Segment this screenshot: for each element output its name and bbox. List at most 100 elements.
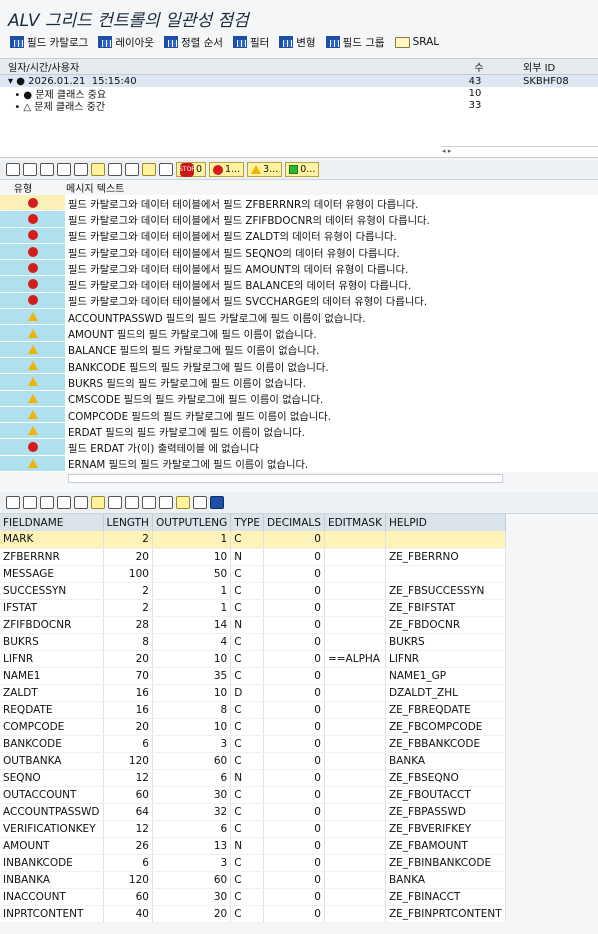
cell-type[interactable]: N bbox=[230, 616, 265, 634]
export-icon[interactable] bbox=[108, 163, 122, 176]
toolbar-button-5[interactable]: 필드 그룹 bbox=[325, 35, 385, 50]
cell-editmask[interactable] bbox=[324, 582, 386, 600]
layout-icon[interactable] bbox=[125, 163, 139, 176]
cell-decimals[interactable]: 0 bbox=[263, 633, 325, 651]
cell-fieldname[interactable]: ZFBERRNR bbox=[0, 548, 104, 566]
col-text-header[interactable]: 메시지 텍스트 bbox=[46, 180, 124, 195]
subtotal-icon[interactable] bbox=[125, 496, 139, 510]
cell-editmask[interactable] bbox=[324, 735, 386, 753]
cell-outputleng[interactable]: 1 bbox=[152, 599, 232, 617]
message-row[interactable]: 필드 카탈로그와 데이터 테이블에서 필드 BALANCE의 데이터 유형이 다… bbox=[0, 276, 598, 293]
cell-helpid[interactable]: ZE_FBDOCNR bbox=[385, 616, 506, 634]
summary-h-scrollbar[interactable]: ◂ ▸ bbox=[442, 146, 598, 155]
cell-editmask[interactable] bbox=[324, 684, 386, 702]
cell-fieldname[interactable]: NAME1 bbox=[0, 667, 104, 685]
toolbar-button-0[interactable]: 필드 카탈로그 bbox=[10, 35, 88, 50]
cell-editmask[interactable] bbox=[324, 871, 386, 889]
cell-decimals[interactable]: 0 bbox=[263, 905, 325, 923]
cell-decimals[interactable]: 0 bbox=[263, 650, 325, 668]
cell-decimals[interactable]: 0 bbox=[263, 667, 325, 685]
cell-fieldname[interactable]: INBANKCODE bbox=[0, 854, 104, 872]
toolbar-button-1[interactable]: 레이아웃 bbox=[98, 35, 154, 50]
table-row[interactable]: LIFNR 20 10 C 0 ==ALPHA LIFNR bbox=[0, 650, 506, 668]
cell-fieldname[interactable]: OUTACCOUNT bbox=[0, 786, 104, 804]
message-row[interactable]: BALANCE 필드의 필드 카탈로그에 필드 이름이 없습니다. bbox=[0, 341, 598, 358]
cell-decimals[interactable]: 0 bbox=[263, 854, 325, 872]
variant-icon[interactable] bbox=[142, 163, 156, 176]
message-row[interactable]: ACCOUNTPASSWD 필드의 필드 카탈로그에 필드 이름이 없습니다. bbox=[0, 309, 598, 326]
cell-outputleng[interactable]: 1 bbox=[152, 582, 232, 600]
cell-fieldname[interactable]: ACCOUNTPASSWD bbox=[0, 803, 104, 821]
cell-length[interactable]: 70 bbox=[103, 667, 153, 685]
cell-outputleng[interactable]: 35 bbox=[152, 667, 232, 685]
cell-type[interactable]: C bbox=[230, 786, 265, 804]
cell-editmask[interactable] bbox=[324, 667, 386, 685]
cell-fieldname[interactable]: INACCOUNT bbox=[0, 888, 104, 906]
cell-fieldname[interactable]: ZALDT bbox=[0, 684, 104, 702]
cell-editmask[interactable] bbox=[324, 599, 386, 617]
filter-stop-button[interactable]: STOP 0 bbox=[176, 162, 207, 177]
cell-fieldname[interactable]: ZFIFBDOCNR bbox=[0, 616, 104, 634]
message-row[interactable]: CMSCODE 필드의 필드 카탈로그에 필드 이름이 없습니다. bbox=[0, 390, 598, 407]
cell-decimals[interactable]: 0 bbox=[263, 735, 325, 753]
cell-helpid[interactable]: ZE_FBINACCT bbox=[385, 888, 506, 906]
cell-outputleng[interactable]: 10 bbox=[152, 684, 232, 702]
cell-length[interactable]: 28 bbox=[103, 616, 153, 634]
cell-type[interactable]: N bbox=[230, 837, 265, 855]
cell-helpid[interactable]: ZE_FBAMOUNT bbox=[385, 837, 506, 855]
find-next-icon[interactable] bbox=[74, 496, 88, 510]
cell-editmask[interactable] bbox=[324, 769, 386, 787]
cell-editmask[interactable] bbox=[324, 616, 386, 634]
cell-decimals[interactable]: 0 bbox=[263, 871, 325, 889]
cell-editmask[interactable] bbox=[324, 565, 386, 583]
message-row[interactable]: 필드 ERDAT 가(이) 출력테이블 에 없습니다 bbox=[0, 439, 598, 456]
message-row[interactable]: 필드 카탈로그와 데이터 테이블에서 필드 ZALDT의 데이터 유형이 다릅니… bbox=[0, 227, 598, 244]
cell-editmask[interactable] bbox=[324, 633, 386, 651]
cell-helpid[interactable]: ZE_FBSEQNO bbox=[385, 769, 506, 787]
cell-helpid[interactable]: ZE_FBERRNO bbox=[385, 548, 506, 566]
table-row[interactable]: ACCOUNTPASSWD 64 32 C 0 ZE_FBPASSWD bbox=[0, 803, 506, 821]
cell-editmask[interactable] bbox=[324, 803, 386, 821]
cell-editmask[interactable] bbox=[324, 548, 386, 566]
cell-length[interactable]: 8 bbox=[103, 633, 153, 651]
col-type-header[interactable]: 유형 bbox=[0, 180, 46, 195]
cell-helpid[interactable] bbox=[385, 565, 506, 583]
cell-fieldname[interactable]: SEQNO bbox=[0, 769, 104, 787]
table-row[interactable]: INBANKCODE 6 3 C 0 ZE_FBINBANKCODE bbox=[0, 854, 506, 872]
cell-length[interactable]: 20 bbox=[103, 548, 153, 566]
cell-helpid[interactable]: ZE_FBIFSTAT bbox=[385, 599, 506, 617]
cell-type[interactable]: C bbox=[230, 854, 265, 872]
col-header-editmask[interactable]: EDITMASK bbox=[324, 514, 386, 532]
cell-outputleng[interactable]: 14 bbox=[152, 616, 232, 634]
filter-error-button[interactable]: 1... bbox=[209, 162, 245, 177]
cell-type[interactable]: N bbox=[230, 769, 265, 787]
cell-type[interactable]: C bbox=[230, 582, 265, 600]
col-header-outputleng[interactable]: OUTPUTLENG bbox=[152, 514, 232, 532]
sum-icon[interactable] bbox=[108, 496, 122, 510]
cell-length[interactable]: 2 bbox=[103, 599, 153, 617]
message-row[interactable]: COMPCODE 필드의 필드 카탈로그에 필드 이름이 없습니다. bbox=[0, 406, 598, 424]
cell-decimals[interactable]: 0 bbox=[263, 548, 325, 566]
cell-length[interactable]: 6 bbox=[103, 854, 153, 872]
cell-helpid[interactable]: BANKA bbox=[385, 752, 506, 770]
cell-helpid[interactable]: DZALDT_ZHL bbox=[385, 684, 506, 702]
cell-decimals[interactable]: 0 bbox=[263, 582, 325, 600]
message-row[interactable]: ERNAM 필드의 필드 카탈로그에 필드 이름이 없습니다. bbox=[0, 455, 598, 473]
cell-length[interactable]: 40 bbox=[103, 905, 153, 923]
cell-length[interactable]: 60 bbox=[103, 888, 153, 906]
cell-editmask[interactable] bbox=[324, 752, 386, 770]
filter-warning-button[interactable]: 3... bbox=[247, 162, 283, 177]
filter-info-button[interactable]: 0... bbox=[285, 162, 320, 177]
table-row[interactable]: INBANKA 120 60 C 0 BANKA bbox=[0, 871, 506, 889]
cell-editmask[interactable] bbox=[324, 718, 386, 736]
table-row[interactable]: ZFIFBDOCNR 28 14 N 0 ZE_FBDOCNR bbox=[0, 616, 506, 634]
cell-fieldname[interactable]: IFSTAT bbox=[0, 599, 104, 617]
cell-helpid[interactable]: BANKA bbox=[385, 871, 506, 889]
cell-type[interactable]: C bbox=[230, 752, 265, 770]
cell-editmask[interactable] bbox=[324, 820, 386, 838]
filter-icon[interactable] bbox=[40, 496, 54, 510]
cell-outputleng[interactable]: 20 bbox=[152, 905, 232, 923]
cell-fieldname[interactable]: SUCCESSYN bbox=[0, 582, 104, 600]
cell-decimals[interactable]: 0 bbox=[263, 769, 325, 787]
cell-helpid[interactable]: ZE_FBINBANKCODE bbox=[385, 854, 506, 872]
